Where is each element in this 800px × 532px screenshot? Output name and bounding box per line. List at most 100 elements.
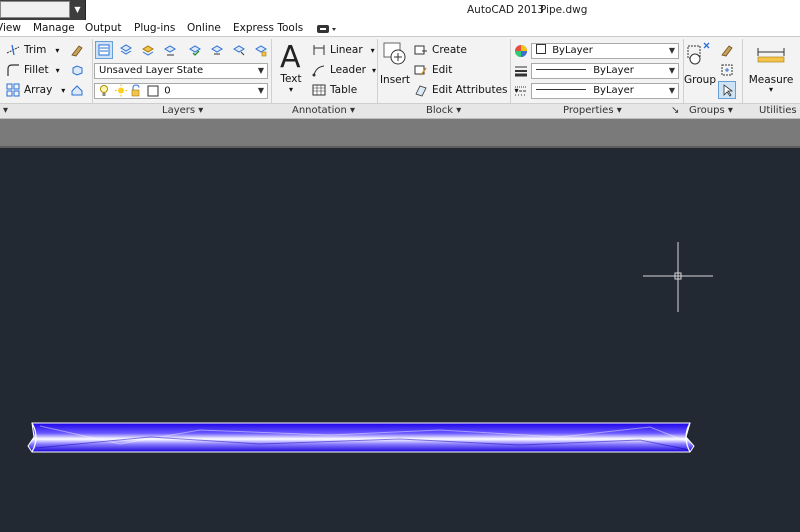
table-label: Table	[330, 84, 358, 96]
layer-walk-button[interactable]	[230, 41, 248, 59]
groups-panel-title[interactable]: Groups ▾	[689, 105, 733, 116]
color-wheel-icon	[515, 45, 527, 57]
panel-title-bar	[0, 103, 800, 118]
modify-panel-expander[interactable]: ▾	[3, 105, 8, 116]
group-edit-button[interactable]	[718, 61, 736, 79]
linetype-button[interactable]	[512, 82, 530, 100]
layer-walk-icon	[233, 45, 245, 56]
trim-icon	[6, 44, 20, 56]
lineweight-combo[interactable]: ByLayer ▼	[531, 63, 679, 79]
chevron-down-icon: ▼	[668, 46, 675, 55]
leader-label: Leader	[330, 64, 367, 76]
lineweight-preview	[536, 69, 586, 70]
layer-previous-button[interactable]	[208, 41, 226, 59]
linear-dimension-button[interactable]: Linear ▾	[312, 41, 375, 59]
group-selection-button[interactable]	[718, 81, 736, 99]
tab-extra-menu[interactable]	[316, 24, 338, 34]
erase-button[interactable]	[68, 41, 86, 59]
create-block-button[interactable]: Create	[414, 41, 467, 59]
array-label: Array	[24, 84, 53, 96]
layer-unisolate-button[interactable]	[161, 41, 179, 59]
leader-button[interactable]: Leader ▾	[312, 61, 376, 79]
match-properties-button[interactable]	[512, 42, 530, 60]
linear-dimension-icon	[313, 45, 325, 55]
offset-button[interactable]	[68, 81, 86, 99]
layer-properties-button[interactable]	[95, 41, 113, 59]
chevron-down-icon: ▾	[288, 85, 293, 94]
chevron-down-icon: ▼	[257, 86, 264, 95]
lineweight-icon	[515, 66, 527, 77]
layer-match-icon	[189, 45, 201, 56]
cube-icon	[72, 65, 83, 76]
trim-button[interactable]: Trim ▾	[6, 41, 59, 59]
array-button[interactable]: Array ▾	[6, 81, 65, 99]
annotation-panel-title[interactable]: Annotation ▾	[292, 105, 355, 116]
app-title: AutoCAD 2013	[467, 4, 545, 16]
leader-icon	[312, 65, 325, 77]
insert-label: Insert	[379, 74, 411, 86]
tab-output[interactable]: Output	[85, 22, 121, 34]
create-label: Create	[432, 44, 467, 56]
brush-icon	[71, 45, 83, 57]
workspace-field[interactable]	[0, 1, 70, 18]
color-combo[interactable]: ByLayer ▼	[531, 43, 679, 59]
layers-panel-title[interactable]: Layers ▾	[162, 105, 203, 116]
layer-combo[interactable]: 0 ▼	[94, 83, 268, 99]
chevron-down-icon[interactable]: ▼	[70, 1, 85, 18]
chevron-down-icon: ▼	[257, 66, 264, 75]
pipe-solid[interactable]	[27, 422, 695, 453]
layer-isolate-icon	[142, 45, 154, 56]
layer-isolate-button[interactable]	[139, 41, 157, 59]
utilities-panel-title[interactable]: Utilities ▾	[759, 105, 800, 116]
layer-state-combo[interactable]: Unsaved Layer State ▼	[94, 63, 268, 79]
tab-express-tools[interactable]: Express Tools	[233, 22, 303, 34]
file-tab-bar	[0, 119, 800, 148]
text-button[interactable]: A Text ▾	[275, 40, 307, 100]
edit-attributes-label: Edit Attributes	[432, 84, 508, 96]
text-icon: A	[280, 40, 301, 75]
ungroup-button[interactable]	[718, 41, 736, 59]
model-space[interactable]	[0, 148, 800, 532]
properties-dialog-launcher[interactable]: ↘	[671, 105, 679, 116]
lineweight-button[interactable]	[512, 62, 530, 80]
tab-online[interactable]: Online	[187, 22, 221, 34]
current-layer-value: 0	[164, 85, 171, 97]
layer-state-value: Unsaved Layer State	[99, 65, 204, 76]
edit-attributes-icon	[415, 85, 427, 97]
edit-attributes-button[interactable]: Edit Attributes ▾	[414, 81, 519, 99]
layer-properties-icon	[98, 44, 110, 56]
group-button[interactable]: Group	[684, 40, 716, 95]
tab-view[interactable]: View	[0, 22, 21, 34]
drawing-area[interactable]	[0, 148, 800, 532]
create-block-icon	[414, 45, 427, 55]
linetype-preview	[536, 89, 586, 90]
array-icon	[6, 83, 20, 97]
ribbon: Trim ▾ Fillet ▾ Array ▾ Unsaved Layer St…	[0, 37, 800, 119]
fillet-label: Fillet	[24, 64, 49, 76]
workspace-combo[interactable]: ▼	[0, 0, 86, 20]
insert-button[interactable]: Insert	[380, 40, 410, 95]
chevron-down-icon: ▼	[668, 66, 675, 75]
layer-unisolate-icon	[164, 45, 176, 56]
layer-lock-icon	[255, 45, 267, 57]
fillet-icon	[7, 64, 19, 76]
edit-block-icon	[414, 65, 427, 76]
ungroup-icon	[721, 45, 733, 57]
edit-block-button[interactable]: Edit	[414, 61, 452, 79]
chevron-down-icon: ▾	[768, 85, 773, 94]
linear-label: Linear	[330, 44, 363, 56]
table-button[interactable]: Table	[312, 81, 357, 99]
measure-button[interactable]: Measure ▾	[748, 40, 794, 100]
tab-manage[interactable]: Manage	[33, 22, 75, 34]
tab-plug-ins[interactable]: Plug-ins	[134, 22, 175, 34]
fillet-button[interactable]: Fillet ▾	[6, 61, 60, 79]
layer-match-button[interactable]	[186, 41, 204, 59]
chevron-down-icon: ▼	[668, 86, 675, 95]
block-panel-title[interactable]: Block ▾	[426, 105, 461, 116]
layer-state-button[interactable]	[117, 41, 135, 59]
color-swatch	[536, 44, 546, 54]
layer-lock-button[interactable]	[252, 41, 270, 59]
explode-button[interactable]	[68, 61, 86, 79]
linetype-combo[interactable]: ByLayer ▼	[531, 83, 679, 99]
properties-panel-title[interactable]: Properties ▾	[563, 105, 622, 116]
